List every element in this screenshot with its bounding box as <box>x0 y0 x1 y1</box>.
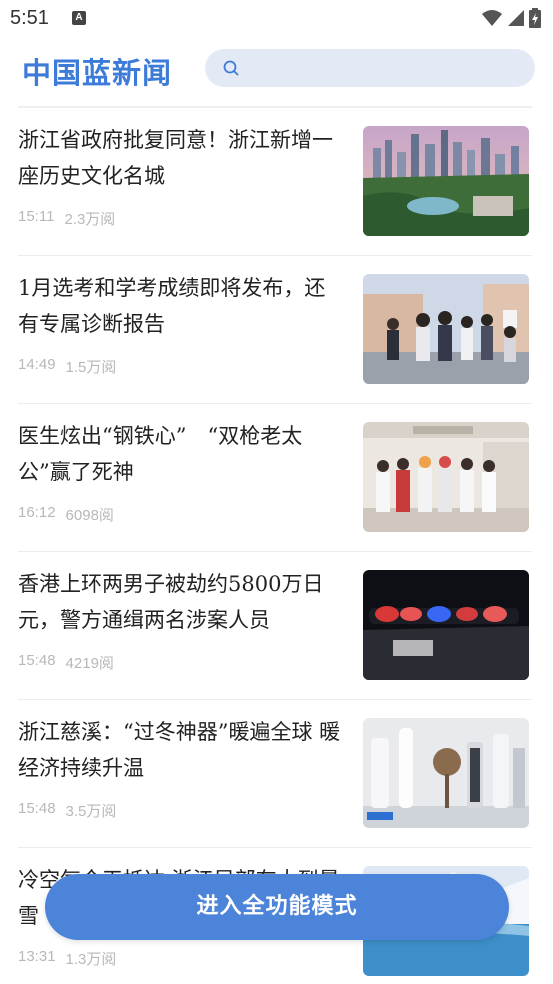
news-item[interactable]: 香港上环两男子被劫约5800万日元，警方通缉两名涉案人员 15:48 4219阅 <box>0 552 553 700</box>
news-list: 浙江省政府批复同意！浙江新增一座历史文化名城 15:11 2.3万阅 1月选考和… <box>0 108 553 984</box>
news-thumbnail-students[interactable] <box>363 274 529 384</box>
wifi-icon <box>482 10 502 26</box>
news-thumbnail-hospital[interactable] <box>363 422 529 532</box>
status-bar: 5:51 A <box>0 0 553 38</box>
news-thumbnail-police[interactable] <box>363 570 529 680</box>
news-meta: 15:48 4219阅 <box>18 652 114 673</box>
search-input[interactable] <box>249 49 519 87</box>
enter-full-mode-button[interactable]: 进入全功能模式 <box>45 874 509 940</box>
news-time: 13:31 <box>18 948 56 965</box>
app-logo: 中国蓝新闻 <box>22 56 173 90</box>
status-icons <box>481 8 541 28</box>
news-views: 4219阅 <box>65 655 114 672</box>
news-thumbnail-appliances[interactable] <box>363 718 529 828</box>
news-title: 香港上环两男子被劫约5800万日元，警方通缉两名涉案人员 <box>18 572 324 632</box>
news-title: 浙江慈溪：“过冬神器”暖遍全球 暖经济持续升温 <box>18 720 341 780</box>
news-views: 2.3万阅 <box>64 211 116 228</box>
notification-icon: A <box>72 11 86 25</box>
news-title: 医生炫出“钢铁心” “双枪老太公”赢了死神 <box>18 424 303 484</box>
news-meta: 15:48 3.5万阅 <box>18 800 116 821</box>
news-item[interactable]: 医生炫出“钢铁心” “双枪老太公”赢了死神 16:12 6098阅 <box>0 404 553 552</box>
news-time: 15:48 <box>18 652 56 669</box>
status-time: 5:51 <box>10 7 49 29</box>
news-time: 15:48 <box>18 800 56 817</box>
news-views: 1.5万阅 <box>65 359 117 376</box>
news-views: 6098阅 <box>65 507 114 524</box>
news-time: 16:12 <box>18 504 56 521</box>
news-title: 浙江省政府批复同意！浙江新增一座历史文化名城 <box>18 128 333 188</box>
news-time: 15:11 <box>18 208 55 225</box>
news-item[interactable]: 1月选考和学考成绩即将发布，还有专属诊断报告 14:49 1.5万阅 <box>0 256 553 404</box>
app-header: 中国蓝新闻 <box>0 38 553 106</box>
news-title: 1月选考和学考成绩即将发布，还有专属诊断报告 <box>18 276 326 336</box>
news-meta: 14:49 1.5万阅 <box>18 356 116 377</box>
news-views: 1.3万阅 <box>65 951 117 968</box>
news-item[interactable]: 浙江省政府批复同意！浙江新增一座历史文化名城 15:11 2.3万阅 <box>0 108 553 256</box>
search-icon <box>223 60 239 76</box>
battery-icon <box>529 8 541 28</box>
news-item[interactable]: 浙江慈溪：“过冬神器”暖遍全球 暖经济持续升温 15:48 3.5万阅 <box>0 700 553 848</box>
news-views: 3.5万阅 <box>65 803 117 820</box>
search-bar[interactable] <box>205 49 535 87</box>
news-meta: 15:11 2.3万阅 <box>18 208 115 229</box>
news-meta: 16:12 6098阅 <box>18 504 114 525</box>
signal-icon <box>508 10 524 26</box>
news-time: 14:49 <box>18 356 56 373</box>
news-thumbnail-city[interactable] <box>363 126 529 236</box>
news-meta: 13:31 1.3万阅 <box>18 948 116 969</box>
